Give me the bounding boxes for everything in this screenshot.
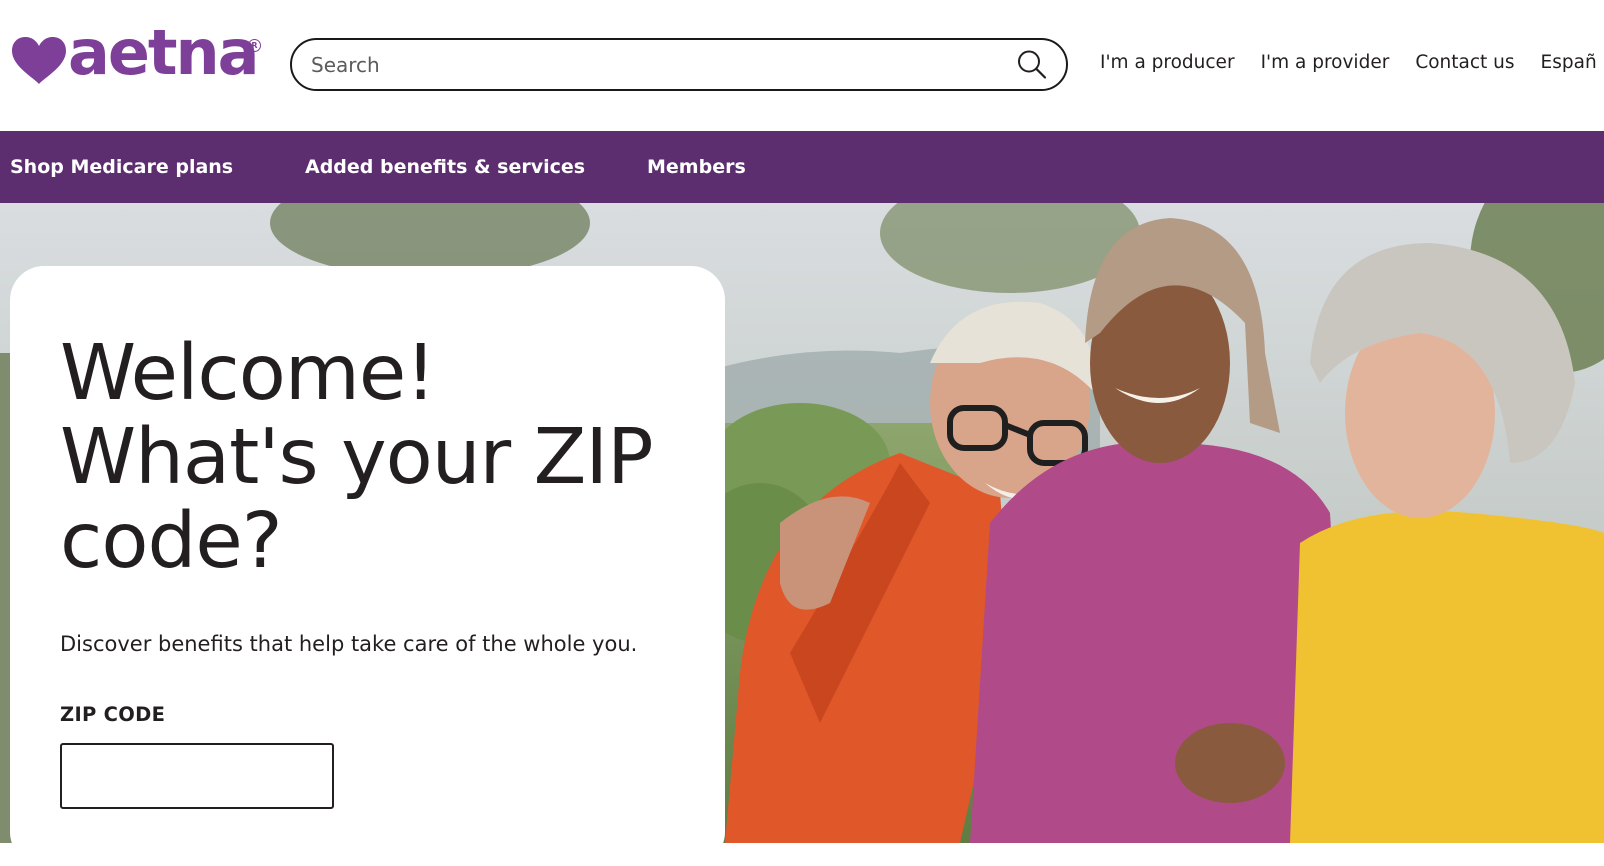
utility-links: I'm a producer I'm a provider Contact us Es… <box>1100 52 1604 73</box>
zip-code-card: Welcome! What's your ZIP code? Discover … <box>10 266 725 866</box>
heart-icon <box>12 37 66 84</box>
nav-shop-medicare-plans[interactable]: Shop Medicare plans <box>10 156 233 178</box>
hero-subtext: Discover benefits that help take care of… <box>60 632 638 656</box>
headline-line-3: code? <box>60 497 283 586</box>
producer-link[interactable]: I'm a producer <box>1100 52 1235 73</box>
search-input[interactable] <box>311 52 991 78</box>
zip-code-input[interactable] <box>60 743 334 809</box>
site-header: aetna R I'm a producer I'm a provider Cont… <box>0 0 1604 131</box>
espanol-link[interactable]: Españ <box>1541 52 1597 73</box>
logo-wordmark: aetna <box>68 16 260 89</box>
main-nav: Shop Medicare plans Added benefits & ser… <box>0 131 1604 203</box>
registered-mark: R <box>248 39 261 52</box>
search-box <box>290 38 1068 91</box>
nav-members[interactable]: Members <box>647 156 746 178</box>
aetna-logo[interactable]: aetna R <box>10 22 265 88</box>
provider-link[interactable]: I'm a provider <box>1261 52 1390 73</box>
page-title: Welcome! What's your ZIP code? <box>60 332 720 584</box>
headline-line-2: What's your ZIP <box>60 413 654 502</box>
zip-code-label: ZIP CODE <box>60 703 166 726</box>
headline-line-1: Welcome! <box>60 329 436 418</box>
nav-added-benefits[interactable]: Added benefits & services <box>305 156 585 178</box>
search-icon[interactable] <box>1016 49 1048 81</box>
contact-us-link[interactable]: Contact us <box>1415 52 1514 73</box>
